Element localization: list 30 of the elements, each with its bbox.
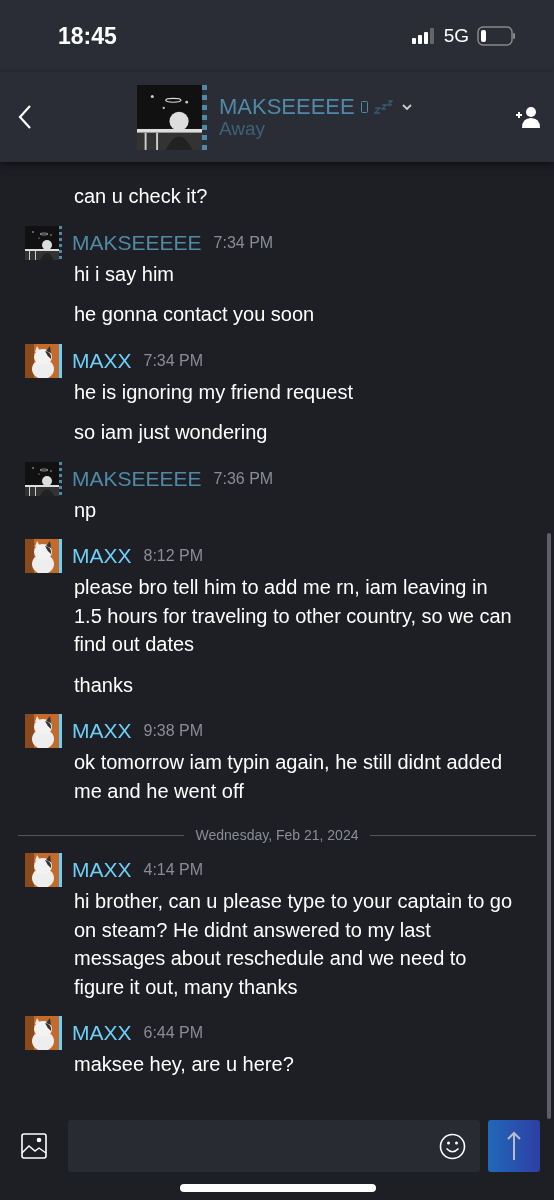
sender-name: MAXX bbox=[72, 719, 132, 743]
network-label: 5G bbox=[443, 25, 469, 47]
status-text: Away bbox=[219, 118, 267, 140]
sender-name: MAXX bbox=[72, 858, 132, 882]
message-time: 8:12 PM bbox=[143, 547, 204, 565]
message-text: so iam just wondering bbox=[74, 420, 269, 445]
message-time: 7:34 PM bbox=[213, 233, 274, 252]
message-text: please bro tell him to add me rn, iam leaving in 1.5 hours for traveling to other country, so we can find out dates bbox=[74, 575, 513, 657]
sender-name: MAKSEEEEE bbox=[72, 230, 202, 255]
sender-name: MAXX bbox=[72, 348, 132, 373]
message-text: hi brother, can u please type to your captain to go on steam? He didnt answered to my last messages about reschedule and we need to figure it out, many thanks bbox=[74, 889, 514, 1000]
sender-name: MAKSEEEEE bbox=[72, 466, 202, 491]
message-text: can u check it? bbox=[74, 184, 209, 209]
message-text: hi i say him bbox=[74, 261, 176, 287]
message-time: 9:38 PM bbox=[143, 722, 204, 740]
message-time: 7:36 PM bbox=[213, 469, 274, 488]
message-text: np bbox=[74, 497, 98, 523]
clock-time: 18:45 bbox=[58, 22, 118, 50]
message-text: he gonna contact you soon bbox=[74, 302, 316, 327]
message-time: 7:34 PM bbox=[143, 351, 204, 370]
message-text: thanks bbox=[74, 672, 134, 698]
sender-name: MAXX bbox=[72, 544, 132, 568]
sender-name: MAXX bbox=[72, 1021, 132, 1045]
message-text: ok tomorrow iam typin again, he still didnt added me and he went off bbox=[74, 750, 503, 804]
message-time: 6:44 PM bbox=[143, 1024, 204, 1042]
contact-name: MAKSEEEEE bbox=[219, 94, 355, 120]
date-divider: Wednesday, Feb 21, 2024 bbox=[195, 827, 359, 843]
message-text: he is ignoring my friend request bbox=[74, 379, 355, 405]
message-time: 4:14 PM bbox=[143, 861, 204, 879]
message-text: maksee hey, are u here? bbox=[74, 1052, 295, 1077]
